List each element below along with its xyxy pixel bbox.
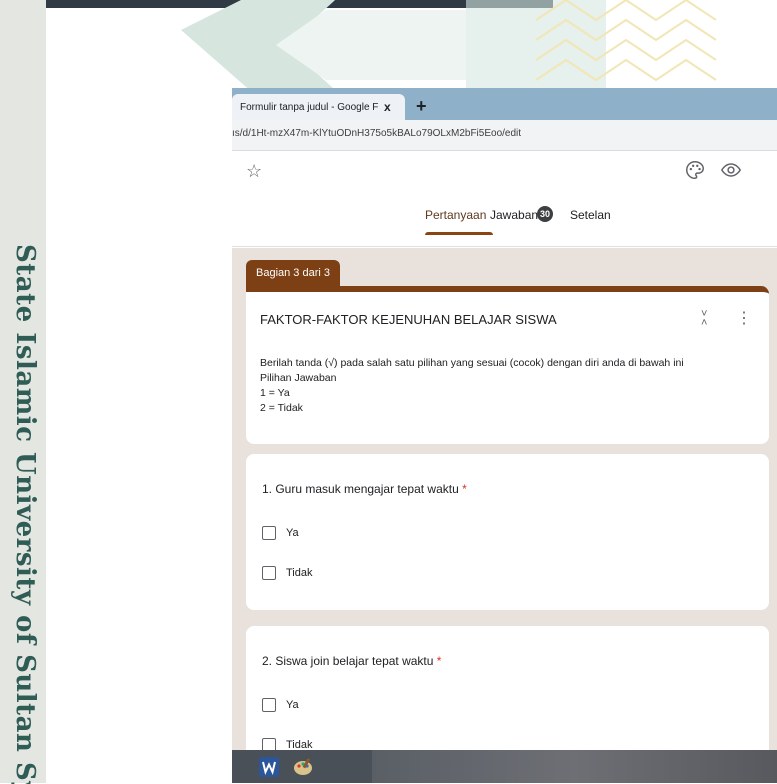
palette-icon[interactable] [684,159,706,181]
option-label: Tidak [286,567,313,579]
option-row[interactable]: Tidak [262,564,313,582]
taskbar-background [372,750,777,783]
collapse-section-icon[interactable]: ˅ ˄ [701,309,707,329]
question-title[interactable]: 2. Siswa join belajar tepat waktu * [262,654,441,668]
star-icon[interactable]: ☆ [246,161,262,182]
browser-tab[interactable]: Formulir tanpa judul - Google Formulir x [232,94,405,120]
option-row[interactable]: Ya [262,524,299,542]
forms-header: ☆ Pertanyaan Jawaban 30 Setelan [232,151,777,247]
new-tab-icon[interactable]: + [416,96,427,117]
checkbox[interactable] [262,566,276,580]
checkbox[interactable] [262,526,276,540]
question-text: 2. Siswa join belajar tepat waktu [262,654,434,668]
option-label: Ya [286,699,299,711]
side-banner: State Islamic University of Sultan Syari… [0,0,46,784]
section-label: Bagian 3 dari 3 [246,260,340,286]
description-line: 1 = Ya [260,387,290,399]
url-text[interactable]: ıs/d/1Ht-mzX47m-KlYtuODnH375o5kBALo79OLx… [232,128,521,139]
required-mark: * [436,654,442,668]
section-title[interactable]: FAKTOR-FAKTOR KEJENUHAN BELAJAR SISWA [260,312,557,327]
form-tabs: Pertanyaan Jawaban 30 Setelan [232,196,777,236]
description-line: 2 = Tidak [260,402,303,414]
browser-tab-bar: Formulir tanpa judul - Google Formulir x… [232,88,777,120]
description-line: Pilihan Jawaban [260,372,337,384]
paint-icon[interactable] [292,756,314,778]
question-card[interactable]: 1. Guru masuk mengajar tepat waktu * Ya … [246,454,769,610]
taskbar [232,750,777,783]
question-title[interactable]: 1. Guru masuk mengajar tepat waktu * [262,482,467,496]
word-icon[interactable] [258,756,280,778]
form-canvas: Bagian 3 dari 3 FAKTOR-FAKTOR KEJENUHAN … [232,248,777,783]
address-bar[interactable]: ıs/d/1Ht-mzX47m-KlYtuODnH375o5kBALo79OLx… [232,120,777,151]
question-text: 1. Guru masuk mengajar tepat waktu [262,482,459,496]
browser-screenshot: Formulir tanpa judul - Google Formulir x… [232,88,777,783]
section-header-card[interactable]: FAKTOR-FAKTOR KEJENUHAN BELAJAR SISWA ˅ ˄… [246,286,769,444]
option-label: Ya [286,527,299,539]
close-tab-icon[interactable]: x [384,100,391,114]
responses-count-badge: 30 [537,206,553,222]
tab-responses[interactable]: Jawaban [490,208,538,222]
browser-tab-title: Formulir tanpa judul - Google Formulir [240,101,378,113]
more-options-icon[interactable]: ⋮ [736,308,752,328]
watermark-logo [181,0,717,100]
tab-settings[interactable]: Setelan [570,208,611,222]
preview-eye-icon[interactable] [720,159,742,181]
option-row[interactable]: Ya [262,696,299,714]
active-tab-indicator [425,232,493,235]
tab-questions[interactable]: Pertanyaan [425,208,486,222]
description-line: Berilah tanda (√) pada salah satu piliha… [260,357,684,369]
section-description[interactable]: Berilah tanda (√) pada salah satu piliha… [260,356,684,416]
checkbox[interactable] [262,698,276,712]
required-mark: * [462,482,467,496]
side-banner-text: State Islamic University of Sultan Syari… [10,244,40,784]
